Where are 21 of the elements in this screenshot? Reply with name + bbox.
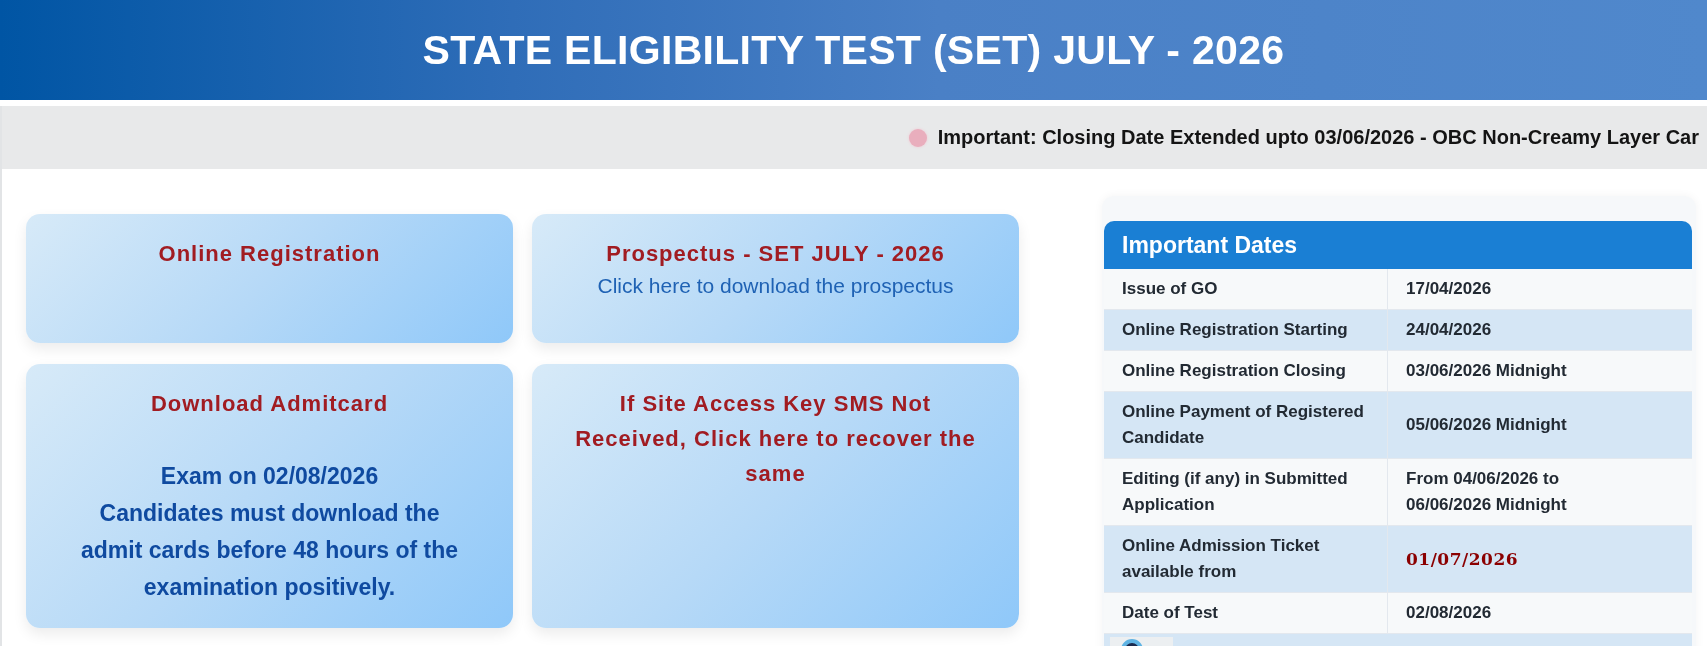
table-cell: Online Payment of Registered Candidate — [1104, 392, 1388, 459]
card-title-link[interactable]: If Site Access Key SMS Not Received, Click here to recover the same — [568, 386, 983, 491]
notice-text: Candidates must download the admit cards before 48 hours of the examination positively. — [80, 499, 459, 602]
table-cell: 24/04/2026 — [1388, 310, 1692, 351]
download-link[interactable]: Click here to download the prospectus — [597, 271, 954, 301]
table-title: Important Dates — [1104, 221, 1692, 269]
card-title-link[interactable]: Prospectus - SET JULY - 2026 — [606, 236, 945, 271]
dot-icon — [908, 128, 927, 147]
table-cell: Online Registration Starting — [1104, 310, 1388, 351]
card-title-link[interactable]: Download Admitcard — [150, 386, 389, 421]
table-cell: Online Registration Closing — [1104, 351, 1388, 392]
table-cell: 05/06/2026 Midnight — [1388, 392, 1692, 459]
table-cell: Issue of GO — [1104, 269, 1388, 310]
table-cell: Editing (if any) in Submitted Application — [1104, 459, 1388, 526]
ticker-text: Important: Closing Date Extended upto 03/06/2026 - OBC Non-Creamy Layer Car — [937, 126, 1699, 149]
table-cell: Date of Test — [1104, 593, 1388, 634]
table-cell: Online Admission Ticket available from — [1104, 526, 1388, 593]
card-title-link[interactable]: Online Registration — [158, 236, 381, 271]
page-title: STATE ELIGIBILITY TEST (SET) JULY - 2026 — [422, 26, 1285, 74]
notice-text: Exam on 02/08/2026 — [160, 462, 379, 491]
table-cell: 01/07/2026 — [1388, 526, 1692, 593]
